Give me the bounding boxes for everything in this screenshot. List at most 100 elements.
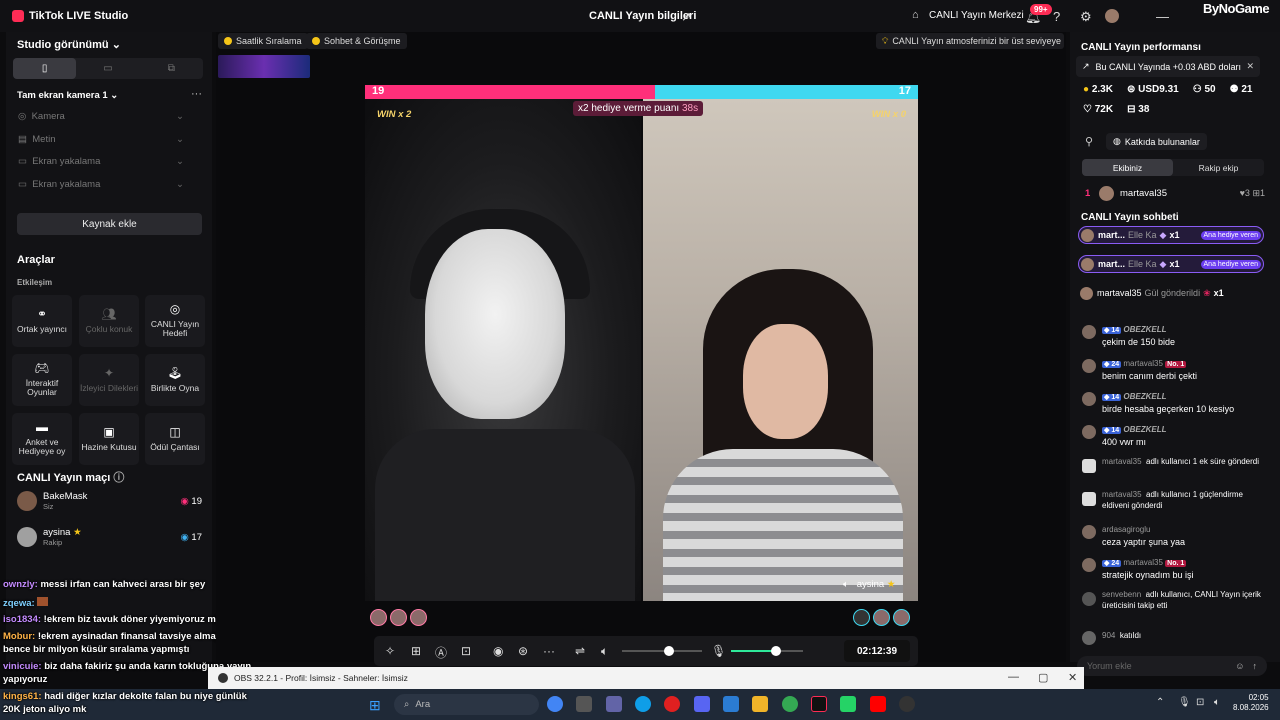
mic-slider[interactable]: [731, 646, 803, 656]
stat-gifts: ⊟ 38: [1127, 104, 1150, 115]
poll-tool[interactable]: ▬ Anket ve Hediyeye oy: [12, 413, 72, 465]
stats-row: ● 2.3K ⊜ USD9.31 ⚇ 50 ⚉ 21: [1083, 84, 1252, 95]
match-row-self: BakeMask Siz ◉ 19: [17, 491, 202, 511]
source-item[interactable]: ▭ Ekran yakalama ⌄: [18, 179, 184, 190]
tip-banner[interactable]: 💡︎ CANLI Yayın atmosferinizi bir üst sevi…: [876, 33, 1064, 49]
edge-icon[interactable]: [635, 696, 651, 712]
share-icon[interactable]: ↗: [681, 9, 692, 25]
more-icon[interactable]: ···: [543, 644, 555, 658]
avatar[interactable]: [410, 609, 427, 626]
maximize-icon[interactable]: ▢: [1038, 671, 1048, 684]
hourly-ranking-pill[interactable]: Saatlik Sıralama: [218, 33, 308, 49]
host-body: [375, 429, 635, 601]
capture-icon[interactable]: ⊞: [411, 644, 421, 658]
help-icon[interactable]: ?: [1053, 9, 1060, 24]
gift-icon: ⊟: [1127, 104, 1136, 115]
youtube-icon[interactable]: [870, 696, 886, 712]
close-icon[interactable]: ✕: [1246, 61, 1254, 72]
file-icon[interactable]: [576, 696, 592, 712]
source-item[interactable]: ▤ Metin ⌄: [18, 134, 184, 145]
obs-window-bar[interactable]: OBS 32.2.1 - Profil: İsimsiz - Sahneler:…: [208, 667, 1084, 689]
volume-icon[interactable]: 🔈︎: [601, 644, 608, 659]
score-bar: [365, 85, 918, 99]
interactive-games-tool[interactable]: 🎮︎ İnteraktif Oyunlar: [12, 354, 72, 406]
layout-view-tab[interactable]: ⧉: [140, 58, 203, 79]
effects-icon[interactable]: ✧: [385, 644, 395, 658]
opera-icon[interactable]: [664, 696, 680, 712]
avatar[interactable]: [853, 609, 870, 626]
taskbar-search[interactable]: ⌕ Ara: [394, 694, 539, 715]
close-icon[interactable]: ✕: [1068, 671, 1077, 684]
mic-tray-icon[interactable]: 🎙︎: [1178, 697, 1191, 708]
avatar[interactable]: [390, 609, 407, 626]
team-tabs: Ekibiniz Rakip ekip: [1082, 159, 1264, 176]
gift-event: mart... Elle Ka ◆ x1 Ana hediye veren: [1078, 255, 1264, 273]
play-together-tool[interactable]: 🕹︎ Birlikte Oyna: [145, 354, 205, 406]
stat-usd: ⊜ USD9.31: [1126, 84, 1179, 95]
source-item[interactable]: ▭ Ekran yakalama ⌄: [18, 156, 184, 167]
obs-app-icon[interactable]: [899, 696, 915, 712]
browser-icon[interactable]: [782, 696, 798, 712]
live-center-button[interactable]: CANLI Yayın Merkezi: [929, 10, 1024, 21]
camera-settings-icon[interactable]: ⊛: [518, 644, 528, 658]
treasure-box-tool[interactable]: ▣ Hazine Kutusu: [79, 413, 139, 465]
win-streak-right: WIN x 0: [871, 109, 906, 120]
chrome-icon[interactable]: [547, 696, 563, 712]
screen-icon[interactable]: ⊡: [461, 644, 471, 658]
source-item[interactable]: ◎ Kamera ⌄: [18, 111, 184, 122]
tab-opponent-team[interactable]: Rakip ekip: [1173, 159, 1264, 176]
teams-icon[interactable]: [606, 696, 622, 712]
emoji-icon: ☺: [1235, 661, 1245, 671]
record-icon[interactable]: ◉: [493, 644, 503, 658]
add-source-button[interactable]: Kaynak ekle: [17, 213, 202, 235]
stat-likes: ♡ 72K: [1083, 104, 1114, 115]
engagement-label: Etkileşim: [17, 278, 53, 287]
tools-title: Araçlar: [17, 254, 55, 266]
chat-message: ◆ 14 OBEZKELL çekim de 150 bide: [1082, 323, 1272, 348]
avatar[interactable]: [370, 609, 387, 626]
landscape-view-tab[interactable]: ▭: [76, 58, 139, 79]
whatsapp-icon[interactable]: [840, 696, 856, 712]
chat-pill[interactable]: Sohbet & Görüşme: [306, 33, 407, 49]
ai-icon[interactable]: Ⓐ: [435, 644, 447, 661]
obs-icon: [218, 673, 228, 683]
gear-icon[interactable]: ⚙: [1080, 9, 1092, 25]
co-host-tool[interactable]: ⚭ Ortak yayıncı: [12, 295, 72, 347]
overlay-chat-line: bence bir milyon küsür sıralama yapmıştı: [3, 644, 190, 655]
comment-input[interactable]: Yorum ekle ☺ ↑: [1077, 656, 1267, 676]
minimize-icon[interactable]: —: [1008, 671, 1019, 683]
rose-icon: ❀: [1203, 287, 1211, 298]
live-goal-tool[interactable]: ◎ CANLI Yayın Hedefi: [145, 295, 205, 347]
more-options-icon[interactable]: ···: [191, 88, 202, 100]
discord-icon[interactable]: [694, 696, 710, 712]
info-icon[interactable]: ⓘ: [113, 472, 124, 484]
folder-icon[interactable]: [752, 696, 768, 712]
source-group-title[interactable]: Tam ekran kamera 1 ⌄: [17, 90, 118, 101]
tray-chevron-icon[interactable]: ⌃: [1156, 697, 1164, 708]
mic-icon[interactable]: 🎙︎: [711, 644, 726, 658]
studio-view-title[interactable]: Studio görünümü ⌄: [17, 38, 121, 51]
mail-icon[interactable]: [723, 696, 739, 712]
taskbar-clock[interactable]: 02:05 8.08.2026: [1233, 693, 1269, 714]
event-thumbnail[interactable]: [218, 55, 310, 78]
contributors-button[interactable]: ◍ Katkıda bulunanlar: [1106, 133, 1207, 150]
avatar[interactable]: [873, 609, 890, 626]
tab-our-team[interactable]: Ekibiniz: [1082, 159, 1173, 176]
title-bar: TikTok LIVE Studio CANLI Yayın bilgileri…: [0, 0, 1280, 32]
mixer-icon[interactable]: ⇌: [575, 644, 585, 658]
network-icon[interactable]: ⊡: [1196, 697, 1204, 708]
tiktok-app-icon[interactable]: [811, 696, 827, 712]
portrait-view-tab[interactable]: ▯: [13, 58, 77, 79]
match-sub: Siz: [43, 502, 54, 511]
speaker-tray-icon[interactable]: 🔈︎: [1214, 697, 1220, 708]
volume-slider[interactable]: [622, 646, 702, 656]
reward-bag-tool[interactable]: ◫ Ödül Çantası: [145, 413, 205, 465]
profile-avatar[interactable]: [1105, 9, 1119, 23]
viewer-wishes-tool[interactable]: ✦ İzleyici Dilekleri: [79, 354, 139, 406]
minimize-icon[interactable]: —: [1156, 9, 1169, 24]
match-title: CANLI Yayın maçı ⓘ: [17, 472, 125, 484]
avatar[interactable]: [893, 609, 910, 626]
money-icon: ⊜: [1126, 84, 1136, 95]
multi-guest-tool[interactable]: 👥︎ Çoklu konuk: [79, 295, 139, 347]
windows-start-icon[interactable]: ⊞: [369, 697, 381, 714]
